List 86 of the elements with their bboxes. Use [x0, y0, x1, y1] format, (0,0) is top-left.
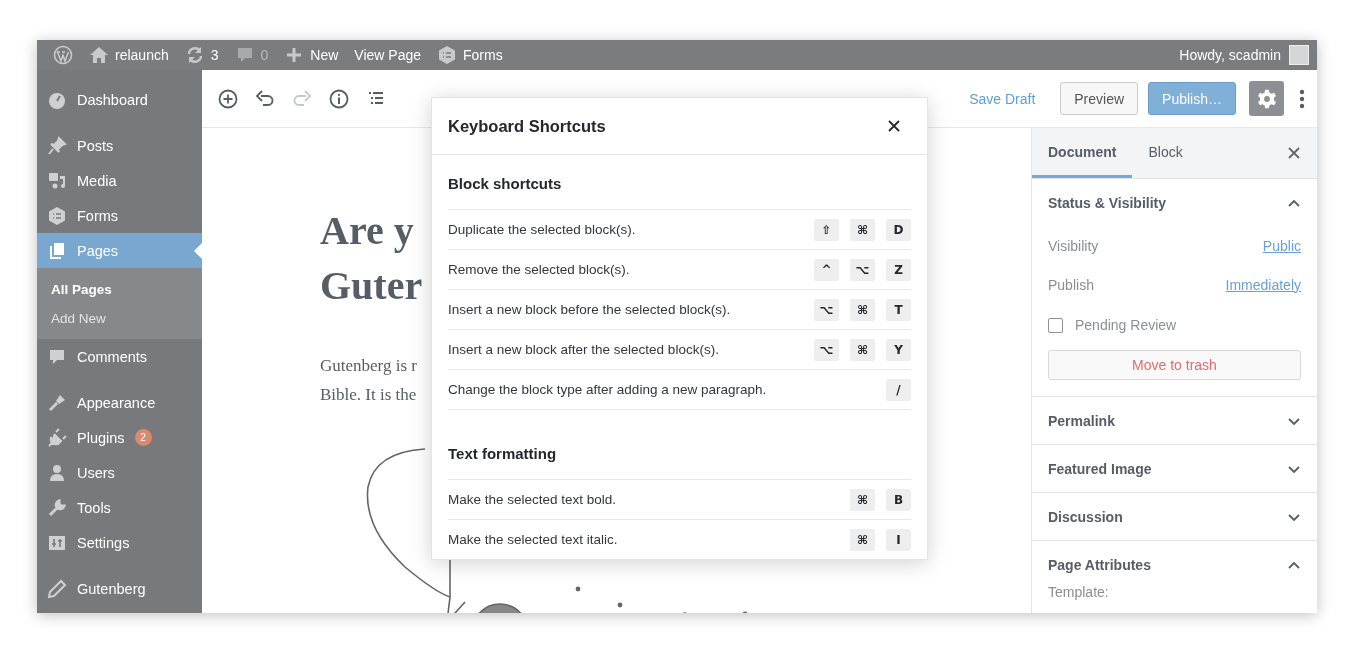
admin-bar-item[interactable]: New: [276, 40, 347, 70]
publish-button[interactable]: Publish…: [1148, 82, 1236, 115]
admin-bar-item[interactable]: 3: [176, 40, 227, 70]
key-cap: ⌘: [850, 298, 875, 321]
field-label: Publish: [1048, 276, 1094, 293]
panel-section-header[interactable]: Discussion: [1032, 493, 1317, 540]
key-cap: ⌥: [814, 298, 839, 321]
menu-item[interactable]: Appearance: [37, 385, 202, 420]
preview-button[interactable]: Preview: [1060, 82, 1139, 115]
key-cap: I: [886, 528, 911, 551]
account-greeting[interactable]: Howdy, scadmin: [1179, 47, 1281, 63]
key-cap: ⌘: [850, 528, 875, 551]
key-cap: ⌘: [850, 338, 875, 361]
move-to-trash-button[interactable]: Move to trash: [1048, 350, 1301, 380]
paragraph-text: Gutenberg is r: [320, 355, 417, 377]
shortcut-description: Make the selected text bold.: [448, 492, 617, 507]
save-draft-link[interactable]: Save Draft: [969, 90, 1036, 107]
key-cap: ⌥: [850, 258, 875, 281]
shortcut-description: Make the selected text italic.: [448, 532, 618, 547]
brush-icon: [47, 392, 67, 413]
menu-item[interactable]: Tools: [37, 490, 202, 525]
shortcut-description: Insert a new block after the selected block(s).: [448, 342, 719, 357]
wrench-icon: [47, 497, 67, 518]
count-badge: 2: [134, 429, 152, 446]
key-cap: D: [886, 218, 911, 241]
panel-section-header[interactable]: Status & Visibility: [1032, 179, 1317, 226]
key-cap: ⌥: [814, 338, 839, 361]
admin-bar-item[interactable]: View Page: [346, 40, 429, 70]
section-heading: Block shortcuts: [448, 173, 563, 194]
key-cap: B: [886, 488, 911, 511]
key-cap: Y: [886, 338, 911, 361]
menu-item[interactable]: Comments: [37, 339, 202, 374]
pages-icon: [47, 240, 67, 261]
menu-item[interactable]: Forms: [37, 198, 202, 233]
field-value-link[interactable]: Public: [1262, 237, 1301, 254]
key-cap: ⇧: [814, 218, 839, 241]
pin-icon: [47, 135, 67, 156]
checkbox[interactable]: [1048, 317, 1063, 333]
pencil-icon: [47, 578, 67, 599]
menu-item[interactable]: Users: [37, 455, 202, 490]
menu-item[interactable]: Settings: [37, 525, 202, 560]
home-icon: [89, 45, 109, 65]
admin-bar-item[interactable]: Forms: [429, 40, 511, 70]
key-cap: T: [886, 298, 911, 321]
hexagon-icon: [47, 205, 67, 226]
logo-icon: [53, 45, 73, 65]
menu-item[interactable]: Plugins 2: [37, 420, 202, 455]
plug-icon: [47, 427, 67, 448]
field-label: Visibility: [1048, 237, 1099, 254]
menu-item[interactable]: Pages: [37, 233, 202, 268]
menu-item[interactable]: Gutenberg: [37, 571, 202, 606]
user-icon: [47, 462, 67, 483]
key-cap: Z: [886, 258, 911, 281]
shortcut-description: Duplicate the selected block(s).: [448, 222, 636, 237]
panel-section-header[interactable]: Permalink: [1032, 397, 1317, 444]
checkbox-label[interactable]: Pending Review: [1075, 317, 1177, 333]
shortcut-description: Insert a new block before the selected block(s).: [448, 302, 731, 317]
field-label: Template:: [1048, 584, 1110, 600]
menu-item[interactable]: Dashboard: [37, 82, 202, 117]
menu-item[interactable]: Media: [37, 163, 202, 198]
media-icon: [47, 170, 67, 191]
shortcut-description: Change the block type after adding a new paragraph.: [448, 382, 767, 397]
paragraph-text: Bible. It is the: [320, 384, 417, 406]
close-icon[interactable]: [888, 120, 900, 132]
panel-section-header[interactable]: Featured Image: [1032, 445, 1317, 492]
admin-bar-item[interactable]: relaunch: [81, 40, 177, 70]
section-heading: Text formatting: [448, 443, 558, 464]
sidebar-tab[interactable]: Document: [1032, 128, 1133, 178]
shortcut-description: Remove the selected block(s).: [448, 262, 630, 277]
menu-item[interactable]: Posts: [37, 128, 202, 163]
settings-button[interactable]: [1249, 81, 1284, 116]
key-cap: ⌘: [850, 218, 875, 241]
page-title: Guter: [320, 262, 423, 310]
more-menu-icon[interactable]: [1299, 88, 1305, 109]
submenu-item[interactable]: All Pages: [37, 275, 202, 304]
hexagon-icon: [437, 45, 457, 65]
page-title: Are y: [320, 207, 414, 255]
key-cap: ⌘: [850, 488, 875, 511]
key-cap: ^: [814, 258, 839, 281]
field-value-link[interactable]: Immediately: [1225, 276, 1301, 293]
submenu-item[interactable]: Add New: [37, 304, 202, 333]
sidebar-tab[interactable]: Block: [1132, 128, 1199, 178]
modal-title: Keyboard Shortcuts: [448, 116, 606, 136]
admin-bar-item[interactable]: 0: [226, 40, 277, 70]
key-cap: /: [886, 378, 911, 401]
gear-icon: [1255, 87, 1278, 110]
